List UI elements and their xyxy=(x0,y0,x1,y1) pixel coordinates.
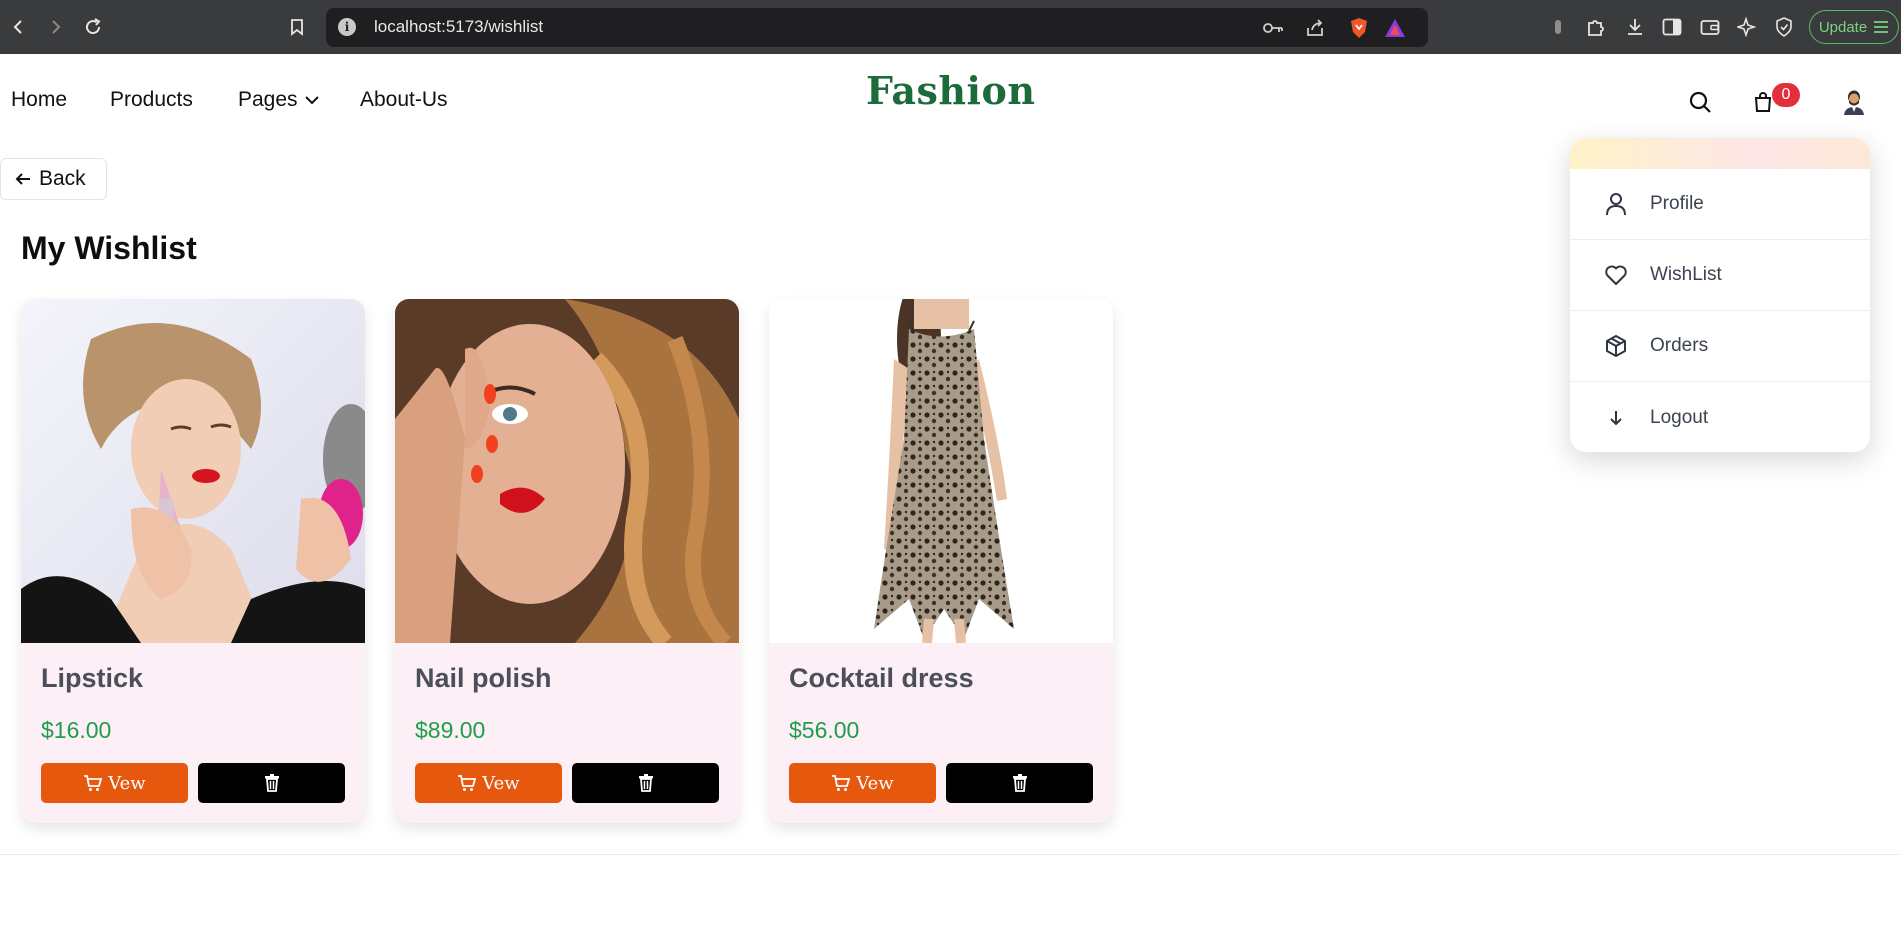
product-price: $56.00 xyxy=(789,717,860,743)
heart-icon xyxy=(1604,263,1628,287)
menu-item-orders[interactable]: Orders xyxy=(1570,311,1870,382)
back-label: Back xyxy=(39,167,86,190)
delete-button[interactable] xyxy=(946,763,1093,803)
trash-icon xyxy=(264,774,279,792)
view-button[interactable]: Vew xyxy=(789,763,936,803)
menu-icon xyxy=(1874,21,1889,33)
nav-products[interactable]: Products xyxy=(110,88,193,112)
product-image-lipstick[interactable] xyxy=(21,299,365,643)
trash-icon xyxy=(638,774,653,792)
extension-dot-icon[interactable] xyxy=(1545,14,1571,40)
product-name: Lipstick xyxy=(41,663,144,693)
site-info-icon[interactable]: i xyxy=(338,18,356,36)
menu-item-label: WishList xyxy=(1650,264,1722,285)
delete-button[interactable] xyxy=(572,763,719,803)
view-label: Vew xyxy=(856,772,894,794)
cart-icon xyxy=(832,775,851,791)
dropdown-header-gradient xyxy=(1570,138,1870,169)
arrow-down-icon xyxy=(1604,406,1628,430)
brave-rewards-icon[interactable] xyxy=(1384,17,1406,39)
sidebar-icon[interactable] xyxy=(1659,14,1685,40)
reload-icon[interactable] xyxy=(77,11,109,43)
wishlist-card: Lipstick $16.00 Vew xyxy=(21,299,365,823)
menu-item-label: Profile xyxy=(1650,193,1704,214)
account-dropdown: Profile WishList Orders Logout xyxy=(1570,138,1870,452)
wallet-icon[interactable] xyxy=(1697,14,1723,40)
user-icon xyxy=(1604,192,1628,216)
vpn-shield-icon[interactable] xyxy=(1771,14,1797,40)
arrow-left-icon xyxy=(15,173,30,185)
cart-icon xyxy=(84,775,103,791)
product-price: $16.00 xyxy=(41,717,112,743)
key-icon[interactable] xyxy=(1262,17,1284,39)
menu-item-logout[interactable]: Logout xyxy=(1570,382,1870,452)
view-button[interactable]: Vew xyxy=(41,763,188,803)
brave-shield-icon[interactable] xyxy=(1348,17,1370,39)
download-icon[interactable] xyxy=(1622,14,1648,40)
chevron-down-icon xyxy=(305,96,320,105)
update-button[interactable]: Update xyxy=(1809,10,1899,44)
avatar[interactable] xyxy=(1840,88,1868,116)
footer-divider xyxy=(0,854,1901,855)
forward-nav-icon[interactable] xyxy=(40,11,72,43)
update-label: Update xyxy=(1818,18,1868,36)
product-name: Cocktail dress xyxy=(789,663,974,693)
product-image-cocktail-dress[interactable] xyxy=(769,299,1113,643)
share-icon[interactable] xyxy=(1304,17,1326,39)
trash-icon xyxy=(1012,774,1027,792)
search-icon[interactable] xyxy=(1686,88,1714,116)
page-title: My Wishlist xyxy=(21,230,197,266)
view-label: Vew xyxy=(108,772,146,794)
cart-icon xyxy=(458,775,477,791)
product-image-nail-polish[interactable] xyxy=(395,299,739,643)
extensions-icon[interactable] xyxy=(1583,14,1609,40)
product-price: $89.00 xyxy=(415,717,486,743)
bookmark-icon[interactable] xyxy=(281,11,313,43)
nav-pages-label: Pages xyxy=(238,88,298,111)
back-nav-icon[interactable] xyxy=(2,11,34,43)
menu-item-label: Orders xyxy=(1650,335,1709,356)
nav-about-us[interactable]: About-Us xyxy=(360,88,448,112)
view-label: Vew xyxy=(482,772,520,794)
leo-ai-icon[interactable] xyxy=(1734,14,1760,40)
package-icon xyxy=(1604,334,1628,358)
menu-item-label: Logout xyxy=(1650,406,1709,428)
address-bar[interactable]: i localhost:5173/wishlist xyxy=(326,8,1428,47)
site-logo[interactable]: Fashion xyxy=(866,68,1035,113)
wishlist-card: Cocktail dress $56.00 Vew xyxy=(769,299,1113,823)
product-name: Nail polish xyxy=(415,663,552,693)
browser-toolbar: i localhost:5173/wishlist Update xyxy=(0,0,1901,54)
wishlist-card: Nail polish $89.00 Vew xyxy=(395,299,739,823)
nav-home[interactable]: Home xyxy=(11,88,67,112)
delete-button[interactable] xyxy=(198,763,345,803)
url-text[interactable]: localhost:5173/wishlist xyxy=(374,17,543,37)
view-button[interactable]: Vew xyxy=(415,763,562,803)
back-button[interactable]: Back xyxy=(0,158,107,200)
nav-pages[interactable]: Pages xyxy=(238,88,320,112)
cart-count-badge: 0 xyxy=(1772,83,1800,107)
menu-item-wishlist[interactable]: WishList xyxy=(1570,240,1870,311)
menu-item-profile[interactable]: Profile xyxy=(1570,169,1870,240)
